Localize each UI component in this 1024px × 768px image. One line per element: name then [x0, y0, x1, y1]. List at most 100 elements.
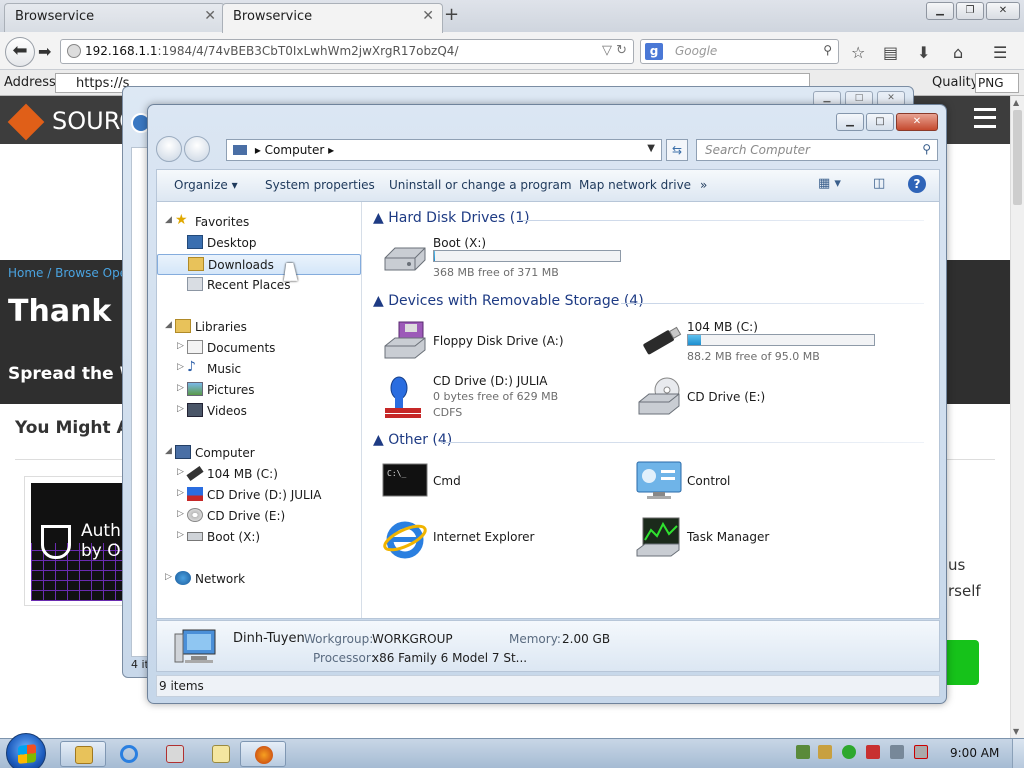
scroll-up-icon[interactable]: ▲: [1013, 98, 1019, 107]
back-arrow-icon[interactable]: ⬅: [5, 37, 35, 67]
maximize-icon[interactable]: □: [866, 113, 894, 131]
nav-item-pictures[interactable]: ▷ Pictures: [165, 380, 355, 401]
breadcrumb-computer[interactable]: Computer: [265, 143, 325, 157]
nav-item-drive-c[interactable]: ▷ 104 MB (C:): [165, 464, 355, 485]
refresh-icon[interactable]: ⇆: [666, 139, 688, 161]
nav-item-documents[interactable]: ▷ Documents: [165, 338, 355, 359]
nav-item-downloads[interactable]: Downloads: [157, 254, 361, 275]
drive-e-cd[interactable]: CD Drive (E:): [635, 376, 875, 422]
tray-play-icon[interactable]: [842, 745, 856, 759]
forward-arrow-icon[interactable]: ➡: [38, 42, 51, 61]
drive-d-julia[interactable]: CD Drive (D:) JULIA 0 bytes free of 629 …: [381, 374, 621, 424]
google-icon[interactable]: g: [645, 43, 663, 60]
nav-item-drive-d[interactable]: ▷ CD Drive (D:) JULIA: [165, 485, 355, 506]
menu-icon[interactable]: ☰: [993, 43, 1007, 62]
item-control-panel[interactable]: Control: [635, 460, 875, 502]
volume-muted-icon[interactable]: [914, 745, 928, 759]
show-desktop-button[interactable]: [1012, 739, 1024, 768]
collapse-arrow-icon[interactable]: ▷: [177, 341, 184, 351]
drive-boot-x[interactable]: Boot (X:) 368 MB free of 371 MB: [381, 236, 641, 279]
organize-button[interactable]: Organize ▾: [174, 178, 238, 192]
scroll-thumb[interactable]: [1013, 110, 1022, 205]
collapse-arrow-icon[interactable]: ▷: [177, 362, 184, 372]
explorer-address-bar[interactable]: ▸ Computer ▸ ▼: [226, 139, 662, 161]
nav-item-favorites[interactable]: ◢ ★ Favorites: [165, 212, 355, 233]
new-tab-icon[interactable]: +: [444, 4, 459, 25]
scroll-down-icon[interactable]: ▼: [1013, 727, 1019, 736]
quality-select[interactable]: PNG: [975, 73, 1019, 93]
chevron-down-icon[interactable]: ▼: [647, 143, 655, 154]
breadcrumb-chevron-icon[interactable]: ▸: [324, 143, 334, 157]
system-properties-button[interactable]: System properties: [265, 178, 375, 192]
tab-browservice-2[interactable]: Browservice ✕: [222, 3, 443, 33]
taskbar-app-3[interactable]: [152, 741, 198, 767]
ad-card[interactable]: Auth0 by Ok: [24, 476, 132, 606]
url-dropdown-reload-icons[interactable]: ▽ ↻: [602, 43, 627, 58]
restore-icon[interactable]: ❐: [956, 2, 984, 20]
taskbar-app-4[interactable]: [198, 741, 244, 767]
tab-browservice-1[interactable]: Browservice ✕: [4, 3, 225, 32]
collapse-arrow-icon[interactable]: ▷: [177, 530, 184, 540]
group-header-hard-disk-drives[interactable]: ▲ Hard Disk Drives (1): [373, 210, 923, 226]
search-icon[interactable]: ⚲: [922, 142, 931, 156]
item-cmd[interactable]: C:\_ Cmd: [381, 460, 621, 502]
collapse-arrow-icon[interactable]: ▷: [177, 404, 184, 414]
nav-item-drive-x[interactable]: ▷ Boot (X:): [165, 527, 355, 548]
url-bar[interactable]: 192.168.1.1:1984/4/74vBEB3CbT0IxLwhWm2jw…: [60, 39, 634, 64]
expand-arrow-icon[interactable]: ◢: [165, 215, 172, 225]
more-commands-button[interactable]: »: [700, 178, 707, 192]
taskbar-explorer[interactable]: [60, 741, 106, 767]
collapse-arrow-icon[interactable]: ▷: [165, 572, 172, 582]
uninstall-program-button[interactable]: Uninstall or change a program: [389, 178, 572, 192]
nav-item-music[interactable]: ▷ ♪ Music: [165, 359, 355, 380]
group-header-removable-storage[interactable]: ▲ Devices with Removable Storage (4): [373, 293, 924, 309]
bookmark-star-icon[interactable]: ☆: [851, 43, 865, 62]
nav-item-videos[interactable]: ▷ Videos: [165, 401, 355, 422]
close-icon[interactable]: ✕: [986, 2, 1020, 20]
tray-icon[interactable]: [796, 745, 810, 759]
tab-close-icon[interactable]: ✕: [422, 8, 434, 24]
search-bar[interactable]: g Google ⚲: [640, 39, 839, 64]
collapse-arrow-icon[interactable]: ▷: [177, 488, 184, 498]
drive-c-104mb[interactable]: 104 MB (C:) 88.2 MB free of 95.0 MB: [635, 320, 895, 363]
view-options-icon[interactable]: ▦ ▾: [818, 176, 841, 191]
site-logo-icon[interactable]: [7, 103, 45, 141]
collapse-arrow-icon[interactable]: ▷: [177, 383, 184, 393]
item-task-manager[interactable]: Task Manager: [635, 516, 875, 558]
minimize-icon[interactable]: ▁: [836, 113, 864, 131]
group-header-other[interactable]: ▲ Other (4): [373, 432, 926, 448]
nav-item-drive-e[interactable]: ▷ CD Drive (E:): [165, 506, 355, 527]
minimize-icon[interactable]: ▁: [926, 2, 954, 20]
breadcrumb-chevron-icon[interactable]: ▸: [255, 143, 265, 157]
collapse-arrow-icon[interactable]: ▷: [177, 467, 184, 477]
explorer-search-input[interactable]: Search Computer ⚲: [696, 139, 938, 161]
bookmarks-list-icon[interactable]: ▤: [883, 43, 898, 62]
collapse-arrow-icon[interactable]: ▷: [177, 509, 184, 519]
taskbar-internet-explorer[interactable]: [106, 741, 152, 767]
map-network-drive-button[interactable]: Map network drive: [579, 178, 691, 192]
nav-item-desktop[interactable]: Desktop: [165, 233, 355, 254]
nav-item-network[interactable]: ▷ Network: [165, 569, 355, 590]
tab-close-icon[interactable]: ✕: [204, 8, 216, 24]
preview-pane-icon[interactable]: ◫: [873, 176, 885, 191]
tray-icon[interactable]: [866, 745, 880, 759]
nav-item-libraries[interactable]: ◢ Libraries: [165, 317, 355, 338]
item-internet-explorer[interactable]: Internet Explorer: [381, 516, 621, 559]
forward-button[interactable]: [184, 136, 210, 162]
expand-arrow-icon[interactable]: ◢: [165, 320, 172, 330]
home-icon[interactable]: ⌂: [953, 43, 963, 62]
green-action-button[interactable]: [944, 640, 979, 685]
nav-item-recent-places[interactable]: Recent Places: [165, 275, 355, 296]
tray-icon[interactable]: [818, 745, 832, 759]
network-status-icon[interactable]: [890, 745, 904, 759]
help-icon[interactable]: ?: [908, 175, 926, 193]
nav-item-computer[interactable]: ◢ Computer: [165, 443, 355, 464]
clock[interactable]: 9:00 AM: [950, 746, 999, 760]
search-icon[interactable]: ⚲: [823, 43, 832, 57]
hamburger-menu-icon[interactable]: [974, 108, 996, 128]
drive-floppy-a[interactable]: Floppy Disk Drive (A:): [381, 320, 621, 362]
start-button[interactable]: [6, 733, 46, 768]
downloads-icon[interactable]: ⬇: [917, 43, 930, 62]
back-button[interactable]: [156, 136, 182, 162]
expand-arrow-icon[interactable]: ◢: [165, 446, 172, 456]
